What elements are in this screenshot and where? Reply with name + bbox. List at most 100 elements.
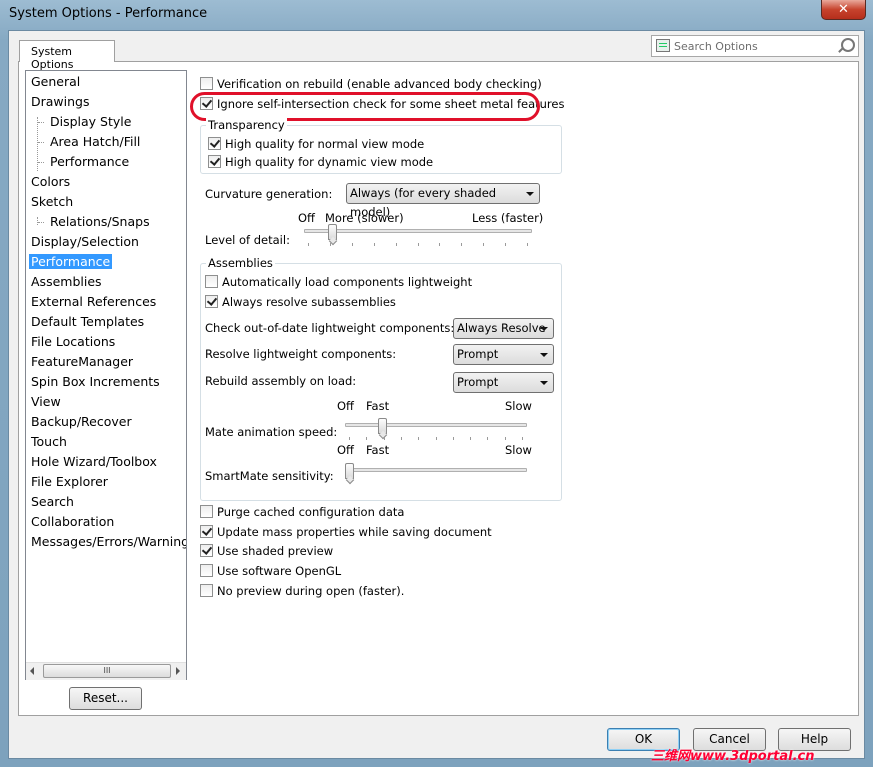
tree-item[interactable]: Assemblies: [31, 273, 102, 291]
tree-item-label: Default Templates: [31, 314, 145, 329]
checkbox-box[interactable]: [200, 525, 213, 538]
tree-item[interactable]: Area Hatch/Fill: [50, 133, 140, 151]
checkbox-box[interactable]: [200, 505, 213, 518]
resolve-lightweight-dropdown[interactable]: Prompt: [453, 344, 554, 365]
tree-item[interactable]: File Locations: [31, 333, 115, 351]
no-preview-checkbox[interactable]: No preview during open (faster).: [200, 584, 404, 600]
checkbox-label: High quality for normal view mode: [225, 137, 425, 151]
tree-connector: [37, 217, 38, 225]
scroll-thumb[interactable]: III: [43, 664, 171, 678]
tree-item-label: File Explorer: [31, 474, 108, 489]
tree-item-label: General: [31, 74, 81, 89]
checkbox-label: Update mass properties while saving docu…: [217, 525, 492, 539]
slider-tick: [452, 437, 454, 440]
tree-item[interactable]: View: [31, 393, 61, 411]
checkbox-box[interactable]: [200, 544, 213, 557]
mass-properties-checkbox[interactable]: Update mass properties while saving docu…: [200, 525, 492, 541]
slider-tick: [417, 243, 419, 246]
checkbox-box[interactable]: [200, 564, 213, 577]
tree-item[interactable]: Display/Selection: [31, 233, 139, 251]
options-tree[interactable]: General Drawings Display Style Area Hatch/F…: [25, 70, 187, 680]
tree-item-label: Assemblies: [31, 274, 102, 289]
lod-less-label: Less (faster): [472, 211, 544, 225]
transparency-normal-checkbox[interactable]: High quality for normal view mode: [208, 137, 424, 153]
scroll-left-icon[interactable]: [30, 667, 34, 675]
tree-item[interactable]: Hole Wizard/Toolbox: [31, 453, 157, 471]
search-input[interactable]: [674, 38, 834, 54]
transparency-dynamic-checkbox[interactable]: High quality for dynamic view mode: [208, 155, 433, 171]
tree-item[interactable]: Performance: [29, 253, 113, 271]
tree-item[interactable]: File Explorer: [31, 473, 108, 491]
tree-item[interactable]: Messages/Errors/Warnings: [31, 533, 186, 551]
slider-thumb[interactable]: [345, 463, 354, 479]
tree-item[interactable]: Drawings: [31, 93, 90, 111]
curvature-label: Curvature generation:: [205, 187, 333, 201]
slider-tick: [527, 243, 528, 246]
slider-track: [304, 229, 532, 233]
tree-item[interactable]: General: [31, 73, 80, 91]
checkbox-box[interactable]: [205, 295, 218, 308]
resolve-subassemblies-checkbox[interactable]: Always resolve subassemblies: [205, 295, 396, 311]
slider-thumb[interactable]: [377, 418, 387, 434]
tree-item-label: File Locations: [31, 334, 116, 349]
tree-item-label: Collaboration: [31, 514, 115, 529]
tree-item[interactable]: Default Templates: [31, 313, 144, 331]
tree-item[interactable]: Colors: [31, 173, 70, 191]
curvature-dropdown[interactable]: Always (for every shaded model): [346, 183, 540, 219]
slider-tick: [351, 243, 353, 246]
tree-item[interactable]: Performance: [50, 153, 129, 171]
tree-item[interactable]: Collaboration: [31, 513, 114, 531]
checkbox-box[interactable]: [200, 584, 213, 597]
slider-tick: [418, 437, 420, 440]
checkbox-label: Verification on rebuild (enable advanced…: [217, 77, 542, 91]
search-options-box[interactable]: [651, 35, 859, 57]
purge-cached-checkbox[interactable]: Purge cached configuration data: [200, 505, 404, 521]
title-bar[interactable]: System Options - Performance ✕: [0, 0, 873, 30]
checkbox-box[interactable]: [200, 77, 213, 90]
mate-animation-slider[interactable]: [345, 418, 527, 440]
check-out-of-date-dropdown[interactable]: Always Resolve: [453, 318, 554, 339]
close-icon: ✕: [838, 2, 849, 17]
tree-horizontal-scrollbar[interactable]: III: [26, 662, 186, 680]
tree-item-label: Display/Selection: [31, 234, 139, 249]
tree-item[interactable]: Search: [31, 493, 74, 511]
tree-item-label: Performance: [50, 154, 130, 169]
smartmate-slider[interactable]: [345, 463, 527, 483]
close-button[interactable]: ✕: [821, 0, 866, 20]
checkbox-box[interactable]: [205, 275, 218, 288]
slider-tick: [483, 243, 485, 246]
tree-item-label: Relations/Snaps: [50, 214, 150, 229]
lod-off-label: Off: [298, 211, 315, 225]
smartmate-slow-label: Slow: [505, 443, 532, 457]
rebuild-on-load-dropdown[interactable]: Prompt: [453, 372, 554, 393]
checkbox-box[interactable]: [208, 155, 221, 168]
tree-item[interactable]: Sketch: [31, 193, 73, 211]
tree-item[interactable]: Backup/Recover: [31, 413, 132, 431]
scroll-right-icon[interactable]: [176, 667, 180, 675]
reset-button[interactable]: Reset...: [69, 687, 142, 710]
tree-item[interactable]: FeatureManager: [31, 353, 133, 371]
tree-item[interactable]: Display Style: [50, 113, 131, 131]
tree-item[interactable]: Relations/Snaps: [50, 213, 150, 231]
verification-checkbox[interactable]: Verification on rebuild (enable advanced…: [200, 77, 542, 93]
lod-label: Level of detail:: [205, 233, 290, 247]
slider-tick: [373, 243, 375, 246]
tree-item[interactable]: Spin Box Increments: [31, 373, 160, 391]
checkbox-box[interactable]: [208, 137, 221, 150]
slider-tick: [461, 243, 463, 246]
checkbox-label: Always resolve subassemblies: [222, 295, 396, 309]
tree-item[interactable]: External References: [31, 293, 156, 311]
tree-item-label: Hole Wizard/Toolbox: [31, 454, 157, 469]
slider-tick: [395, 243, 397, 246]
magnifier-icon[interactable]: [841, 38, 855, 52]
slider-tick: [329, 243, 331, 246]
search-options-icon: [656, 39, 670, 52]
slider-thumb[interactable]: [328, 224, 338, 240]
level-of-detail-slider[interactable]: [304, 224, 532, 246]
shaded-preview-checkbox[interactable]: Use shaded preview: [200, 544, 333, 560]
tab-system-options[interactable]: System Options: [19, 40, 115, 71]
dropdown-value: Prompt: [457, 375, 499, 389]
software-opengl-checkbox[interactable]: Use software OpenGL: [200, 564, 341, 580]
auto-lightweight-checkbox[interactable]: Automatically load components lightweigh…: [205, 275, 472, 291]
tree-item[interactable]: Touch: [31, 433, 67, 451]
